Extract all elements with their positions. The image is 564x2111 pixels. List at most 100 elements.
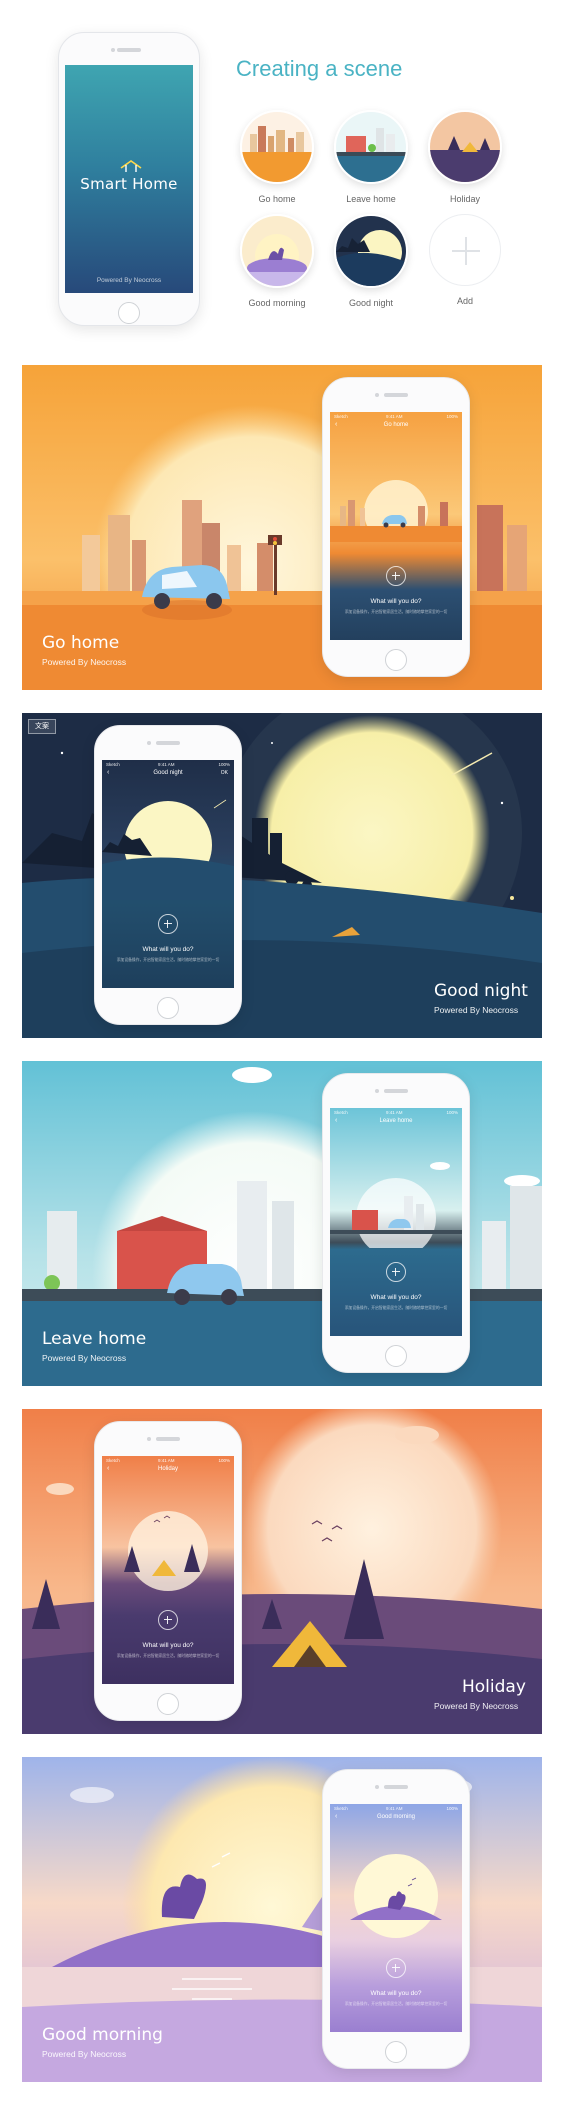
good-morning-screen: Sketch 9:41 AM 100% ‹ Good morning What … xyxy=(330,1804,462,2032)
battery-text: 100% xyxy=(218,1458,230,1463)
carrier-text: Sketch xyxy=(334,1806,348,1811)
battery-text: 100% xyxy=(446,414,458,419)
scene-label: Holiday xyxy=(449,194,480,204)
time-text: 9:41 AM xyxy=(386,1806,403,1811)
add-action-button[interactable] xyxy=(158,914,178,934)
add-action-button[interactable] xyxy=(158,1610,178,1630)
splash-screen: Smart Home Powered By Neocross xyxy=(65,65,193,293)
screen-title: Leave home xyxy=(379,1118,413,1124)
banner-good-morning: Sketch 9:41 AM 100% ‹ Good morning What … xyxy=(22,1757,542,2082)
go-home-phone: Sketch 9:41 AM 100% ‹ Go home What will … xyxy=(322,377,470,677)
good-night-phone: Sketch 9:41 AM 100% ‹ Good night OK What… xyxy=(94,725,242,1025)
time-text: 9:41 AM xyxy=(386,414,403,419)
scene-leave-home[interactable]: Leave home xyxy=(334,110,408,204)
scene-go-home[interactable]: Go home xyxy=(240,110,314,204)
scene-label: Good morning xyxy=(248,298,306,308)
go-home-screen: Sketch 9:41 AM 100% ‹ Go home What will … xyxy=(330,412,462,640)
good-morning-icon xyxy=(240,214,314,288)
good-night-mini-art xyxy=(102,799,234,900)
banner-subtitle: Powered By Neocross xyxy=(42,1353,127,1363)
hint-text: 添加设备操作，开启智能家居生活，随时随地掌控家里的一切 xyxy=(116,1654,220,1658)
screen-title: Good night xyxy=(153,770,183,776)
banner-subtitle: Powered By Neocross xyxy=(434,1005,519,1015)
home-roof-icon xyxy=(120,160,142,172)
hint-text: 添加设备操作，开启智能家居生活，随时随地掌控家里的一切 xyxy=(344,1306,448,1310)
phone-speaker xyxy=(384,393,408,397)
banner-subtitle: Powered By Neocross xyxy=(42,657,127,667)
phone-camera xyxy=(375,1785,379,1789)
phone-speaker xyxy=(117,48,141,52)
carrier-text: Sketch xyxy=(106,762,120,767)
hint-text: 添加设备操作，开启智能家居生活，随时随地掌控家里的一切 xyxy=(344,2002,448,2006)
good-morning-mini-art xyxy=(350,1854,442,1938)
battery-text: 100% xyxy=(446,1110,458,1115)
add-action-button[interactable] xyxy=(386,566,406,586)
phone-camera xyxy=(375,393,379,397)
scene-add[interactable]: Add xyxy=(428,214,502,306)
scene-good-morning[interactable]: Good morning xyxy=(240,214,314,308)
leave-home-phone: Sketch 9:41 AM 100% ‹ Leave home What wi… xyxy=(322,1073,470,1373)
banner-go-home: Sketch 9:41 AM 100% ‹ Go home What will … xyxy=(22,365,542,690)
add-action-button[interactable] xyxy=(386,1262,406,1282)
add-action-button[interactable] xyxy=(386,1958,406,1978)
time-text: 9:41 AM xyxy=(158,1458,175,1463)
holiday-phone: Sketch 9:41 AM 100% ‹ Holiday What will … xyxy=(94,1421,242,1721)
status-bar: Sketch 9:41 AM 100% xyxy=(330,412,462,420)
good-night-icon xyxy=(334,214,408,288)
carrier-text: Sketch xyxy=(334,1110,348,1115)
page-title: Creating a scene xyxy=(236,56,403,81)
question-text: What will you do? xyxy=(142,946,194,953)
question-text: What will you do? xyxy=(370,598,422,605)
status-bar: Sketch 9:41 AM 100% xyxy=(330,1804,462,1812)
phone-camera xyxy=(375,1089,379,1093)
scene-label: Add xyxy=(456,296,473,306)
home-button[interactable] xyxy=(118,302,140,324)
banner-title: Good night xyxy=(434,981,528,1001)
time-text: 9:41 AM xyxy=(386,1110,403,1115)
phone-camera xyxy=(147,1437,151,1441)
home-button[interactable] xyxy=(157,1693,179,1715)
scene-label: Good night xyxy=(348,298,394,308)
ok-button[interactable]: OK xyxy=(221,770,228,776)
question-text: What will you do? xyxy=(370,1294,422,1301)
scene-label: Leave home xyxy=(346,194,396,204)
leave-home-mini-art xyxy=(330,1162,462,1248)
holiday-icon xyxy=(428,110,502,184)
home-button[interactable] xyxy=(385,2041,407,2063)
hint-text: 添加设备操作，开启智能家居生活，随时随地掌控家里的一切 xyxy=(116,958,220,962)
leave-home-screen: Sketch 9:41 AM 100% ‹ Leave home What wi… xyxy=(330,1108,462,1336)
scene-holiday[interactable]: Holiday xyxy=(428,110,502,204)
carrier-text: Sketch xyxy=(106,1458,120,1463)
powered-by-text: Powered By Neocross xyxy=(96,277,162,284)
carrier-text: Sketch xyxy=(334,414,348,419)
label-tag: 文案 xyxy=(28,719,56,734)
scene-label: Go home xyxy=(258,194,296,204)
battery-text: 100% xyxy=(218,762,230,767)
phone-speaker xyxy=(156,1437,180,1441)
home-button[interactable] xyxy=(385,1345,407,1367)
go-home-icon xyxy=(240,110,314,184)
scene-good-night[interactable]: Good night xyxy=(334,214,408,308)
screen-title: Go home xyxy=(383,422,409,428)
banner-subtitle: Powered By Neocross xyxy=(434,1701,519,1711)
phone-speaker xyxy=(384,1785,408,1789)
banner-leave-home: Sketch 9:41 AM 100% ‹ Leave home What wi… xyxy=(22,1061,542,1386)
status-bar: Sketch 9:41 AM 100% xyxy=(102,760,234,768)
home-button[interactable] xyxy=(157,997,179,1019)
question-text: What will you do? xyxy=(370,1990,422,1997)
holiday-screen: Sketch 9:41 AM 100% ‹ Holiday What will … xyxy=(102,1456,234,1684)
intro-phone: Smart Home Powered By Neocross xyxy=(58,32,200,326)
status-bar: Sketch 9:41 AM 100% xyxy=(102,1456,234,1464)
phone-camera xyxy=(111,48,115,52)
home-button[interactable] xyxy=(385,649,407,671)
banner-title: Holiday xyxy=(462,1677,526,1697)
brand-logo-text: Smart Home xyxy=(80,175,178,193)
screen-title: Good morning xyxy=(376,1814,416,1820)
banner-good-night: 文案 Sketch 9:41 AM 100% ‹ Good night OK W… xyxy=(22,713,542,1038)
hint-text: 添加设备操作，开启智能家居生活，随时随地掌控家里的一切 xyxy=(344,610,448,614)
good-morning-phone: Sketch 9:41 AM 100% ‹ Good morning What … xyxy=(322,1769,470,2069)
add-icon xyxy=(429,214,501,286)
banner-holiday: Sketch 9:41 AM 100% ‹ Holiday What will … xyxy=(22,1409,542,1734)
go-home-mini-art xyxy=(330,480,462,542)
good-night-screen: Sketch 9:41 AM 100% ‹ Good night OK What… xyxy=(102,760,234,988)
